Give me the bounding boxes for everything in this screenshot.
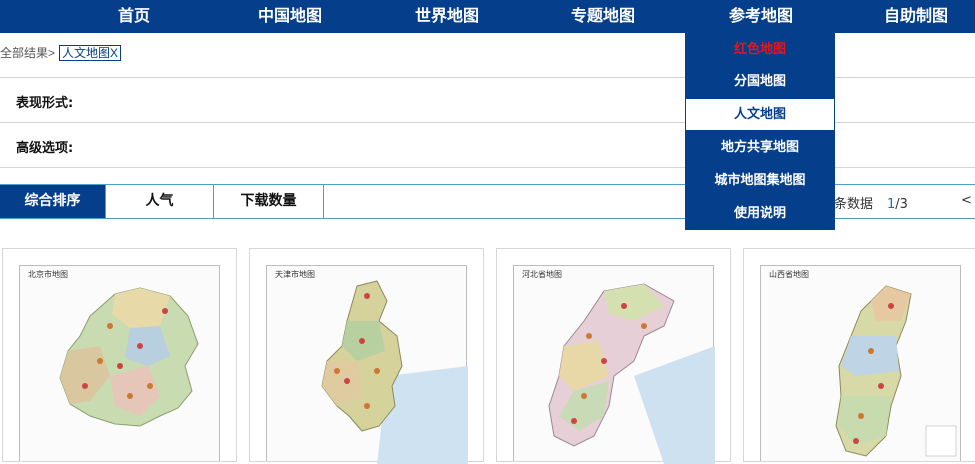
reference-map-dropdown: 红色地图 分国地图 人文地图 地方共享地图 城市地图集地图 使用说明 <box>685 33 835 230</box>
hebei-map-image <box>548 283 715 464</box>
nav-reference-map[interactable]: 参考地图 <box>729 0 793 33</box>
sort-tab-comprehensive[interactable]: 综合排序 <box>0 185 106 218</box>
dropdown-item-local-shared-map[interactable]: 地方共享地图 <box>685 131 835 164</box>
advanced-options-label[interactable]: 高级选项: <box>16 137 73 156</box>
dropdown-item-country-map[interactable]: 分国地图 <box>685 65 835 98</box>
dropdown-item-red-map[interactable]: 红色地图 <box>685 33 835 66</box>
pagination: 条数据 1/3 < <box>834 193 972 212</box>
dropdown-item-city-atlas-map[interactable]: 城市地图集地图 <box>685 164 835 197</box>
map-thumbnail: 山西省地图 <box>760 265 961 461</box>
form-filter-label: 表现形式: <box>16 96 74 111</box>
breadcrumb: 全部结果> 人文地图X <box>0 44 122 61</box>
top-nav: 首页 中国地图 世界地图 专题地图 参考地图 自助制图 <box>0 0 975 33</box>
nav-china-map[interactable]: 中国地图 <box>258 0 322 33</box>
map-thumbnail: 北京市地图 <box>19 265 220 461</box>
map-thumbnail: 河北省地图 <box>513 265 715 464</box>
map-thumbnail: 天津市地图 <box>266 265 468 464</box>
map-card-hebei[interactable]: 河北省地图 <box>496 248 731 464</box>
map-card-tianjin[interactable]: 天津市地图 <box>249 248 484 464</box>
map-card-shanxi[interactable]: 山西省地图 <box>743 248 975 462</box>
nav-thematic-map[interactable]: 专题地图 <box>571 0 635 33</box>
nav-home[interactable]: 首页 <box>118 0 150 33</box>
nav-world-map[interactable]: 世界地图 <box>415 0 479 33</box>
beijing-map-image <box>59 287 199 427</box>
shanxi-map-image <box>835 285 957 457</box>
record-count-text: 条数据 <box>834 197 874 212</box>
tianjin-map-image <box>321 280 468 464</box>
sort-tab-downloads[interactable]: 下载数量 <box>214 185 324 218</box>
dropdown-item-humanities-map[interactable]: 人文地图 <box>686 99 834 130</box>
map-card-beijing[interactable]: 北京市地图 <box>2 248 237 462</box>
sort-tab-popularity[interactable]: 人气 <box>106 185 214 218</box>
filter-tag-humanities-map[interactable]: 人文地图X <box>59 45 122 61</box>
prev-page-button[interactable]: < <box>961 193 972 208</box>
nav-custom-map[interactable]: 自助制图 <box>884 0 948 33</box>
breadcrumb-all-results[interactable]: 全部结果> <box>0 46 55 60</box>
dropdown-item-usage-guide[interactable]: 使用说明 <box>685 197 835 230</box>
total-pages: /3 <box>895 197 908 212</box>
